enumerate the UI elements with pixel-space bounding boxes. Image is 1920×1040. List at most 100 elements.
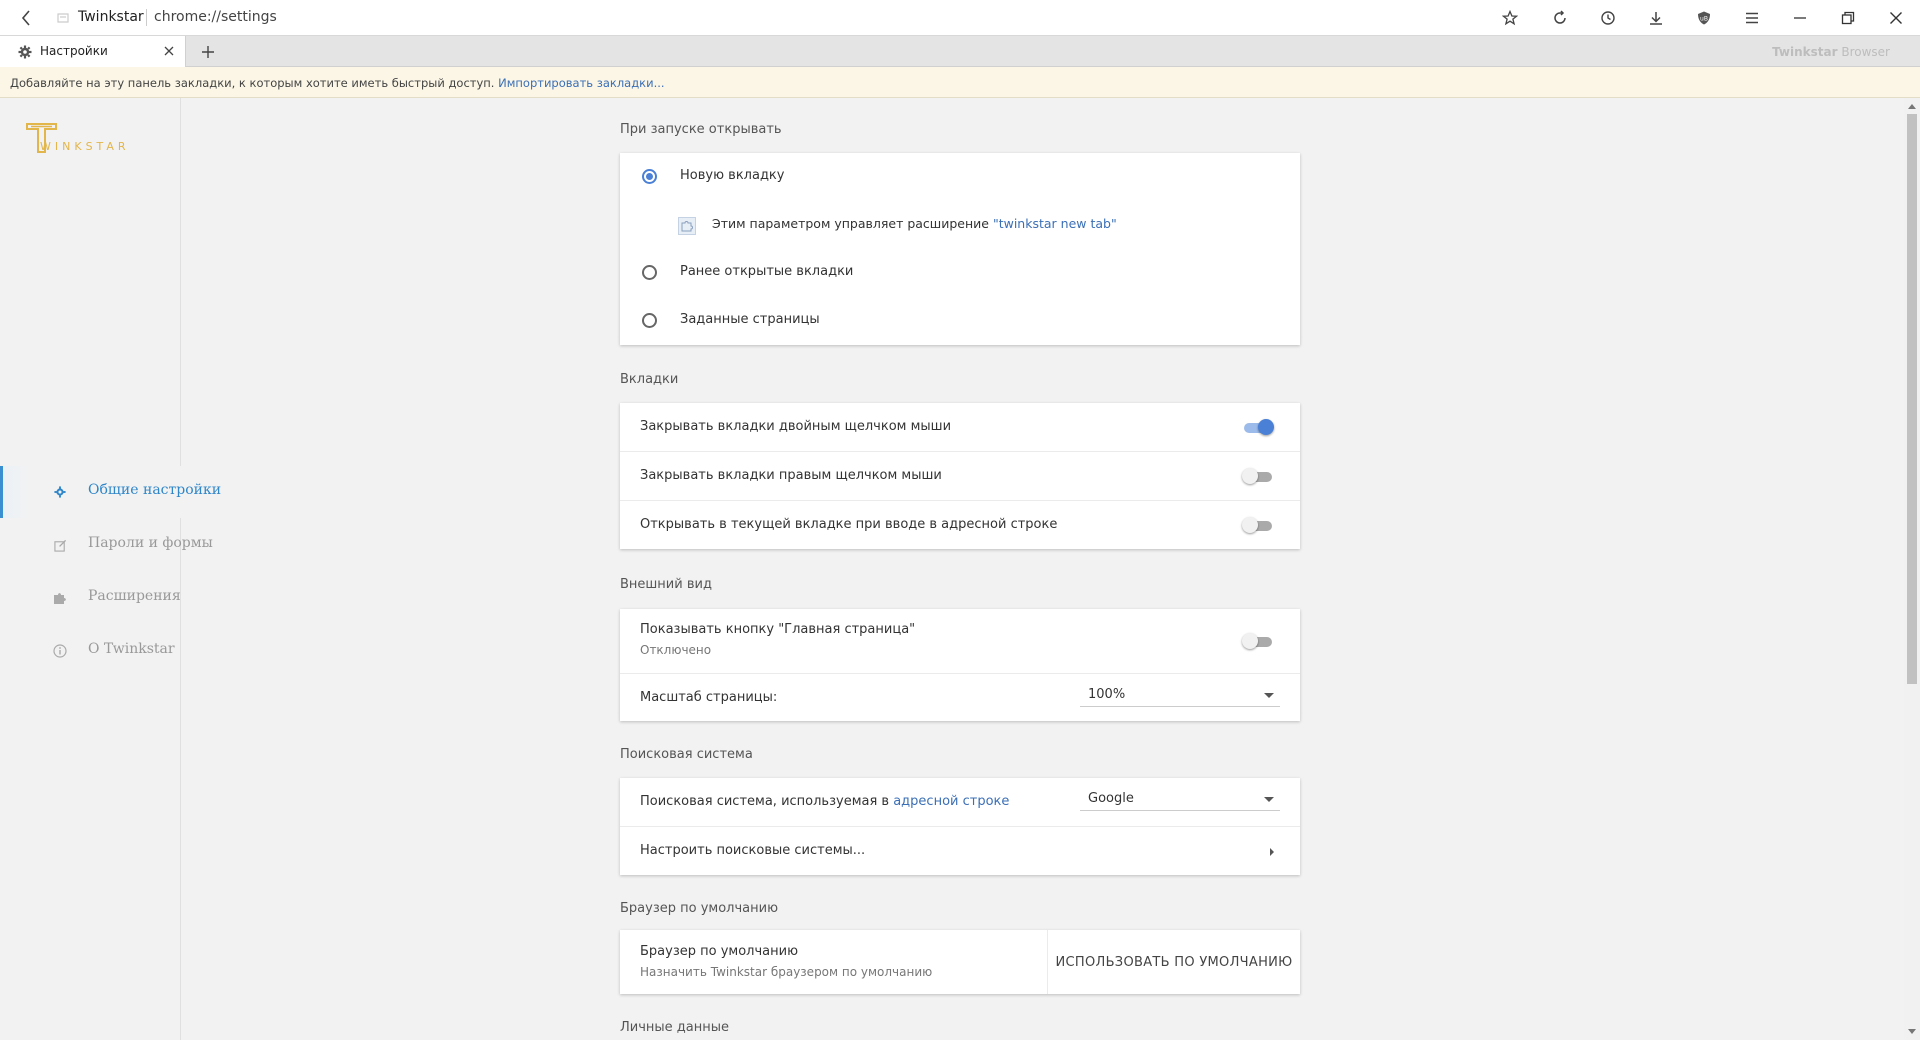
history-icon xyxy=(1601,11,1615,25)
gear-icon xyxy=(18,45,32,59)
sidebar-item-label: О Twinkstar xyxy=(88,641,175,657)
star-icon xyxy=(1502,10,1518,26)
setting-row-open-current: Открывать в текущей вкладке при вводе в … xyxy=(620,500,1300,549)
main-menu-button[interactable] xyxy=(1740,6,1764,30)
close-icon xyxy=(164,46,174,56)
scroll-up-arrow-icon[interactable] xyxy=(1908,104,1916,109)
section-title-tabs: Вкладки xyxy=(620,372,679,387)
managed-text: Этим параметром управляет расширение "tw… xyxy=(712,216,1117,231)
sidebar-item-label: Расширения xyxy=(88,588,181,604)
radio-newtab[interactable] xyxy=(642,169,657,184)
tab-title: Настройки xyxy=(40,44,108,58)
sidebar-item-passwords[interactable]: Пароли и формы xyxy=(0,519,213,571)
plus-icon xyxy=(202,46,214,58)
setting-label: Настроить поисковые системы... xyxy=(640,843,866,858)
menu-icon xyxy=(1746,12,1758,24)
bookmark-star-button[interactable] xyxy=(1498,6,1522,30)
toggle-home-button[interactable] xyxy=(1242,633,1274,649)
address-bar: Twinkstar chrome://settings uB xyxy=(0,0,1920,36)
sync-icon xyxy=(1554,10,1566,24)
sync-button[interactable] xyxy=(1548,6,1572,30)
page-scrollbar[interactable] xyxy=(1904,98,1920,1040)
address-bar-link[interactable]: адресной строке xyxy=(893,794,1009,809)
setting-label: Масштаб страницы: xyxy=(640,690,778,705)
download-button[interactable] xyxy=(1644,6,1668,30)
back-button[interactable] xyxy=(14,6,38,30)
url-separator xyxy=(146,9,147,26)
zoom-select[interactable]: 100% xyxy=(1080,685,1280,707)
managed-by-extension-notice: Этим параметром управляет расширение "tw… xyxy=(620,201,1300,249)
search-engine-select[interactable]: Google xyxy=(1080,789,1280,811)
search-engine-value: Google xyxy=(1088,791,1134,806)
startup-option-pages[interactable]: Заданные страницы xyxy=(620,297,1300,345)
radio-label: Новую вкладку xyxy=(680,168,785,183)
restore-icon xyxy=(1841,11,1855,25)
extension-link[interactable]: "twinkstar new tab" xyxy=(993,216,1117,231)
gear-icon xyxy=(52,484,68,500)
setting-label: Открывать в текущей вкладке при вводе в … xyxy=(640,517,1058,532)
radio-pages[interactable] xyxy=(642,313,657,328)
tab-strip: Настройки Twinkstar Browser xyxy=(0,36,1920,67)
chevron-right-icon xyxy=(1270,848,1274,856)
new-tab-button[interactable] xyxy=(196,40,220,64)
section-title-startup: При запуске открывать xyxy=(620,122,782,137)
close-icon xyxy=(1890,12,1902,24)
back-arrow-icon xyxy=(21,10,30,26)
startup-option-previous[interactable]: Ранее открытые вкладки xyxy=(620,249,1300,297)
default-browser-card: Браузер по умолчанию Назначить Twinkstar… xyxy=(620,930,1300,994)
setting-row-rightclick: Закрывать вкладки правым щелчком мыши xyxy=(620,451,1300,500)
setting-row-home-button: Показывать кнопку "Главная страница" Отк… xyxy=(620,609,1300,673)
settings-content: При запуске открывать Новую вкладку Этим… xyxy=(182,98,1904,1040)
setting-label: Закрывать вкладки двойным щелчком мыши xyxy=(640,419,952,434)
radio-label: Ранее открытые вкладки xyxy=(680,264,854,279)
setting-sublabel: Отключено xyxy=(640,643,712,657)
radio-label: Заданные страницы xyxy=(680,312,820,327)
bookmarks-bar: Добавляйте на эту панель закладки, к кот… xyxy=(0,67,1920,98)
url-input[interactable]: chrome://settings xyxy=(154,9,277,25)
startup-card: Новую вкладку Этим параметром управляет … xyxy=(620,153,1300,345)
settings-sidebar: WINKSTAR Общие настройки Пароли и формы … xyxy=(0,98,221,1040)
toggle-dblclick-close[interactable] xyxy=(1244,419,1274,435)
restore-button[interactable] xyxy=(1836,6,1860,30)
setting-sublabel: Назначить Twinkstar браузером по умолчан… xyxy=(640,965,933,979)
toggle-open-current-tab[interactable] xyxy=(1242,517,1274,533)
edit-icon xyxy=(52,537,68,553)
svg-text:uB: uB xyxy=(1700,16,1708,23)
puzzle-icon xyxy=(52,590,68,606)
toggle-rightclick-close[interactable] xyxy=(1242,468,1274,484)
active-indicator xyxy=(0,466,3,518)
download-icon xyxy=(1650,12,1662,25)
bookmarks-hint: Добавляйте на эту панель закладки, к кот… xyxy=(10,76,665,90)
site-icon xyxy=(57,13,69,23)
minimize-button[interactable] xyxy=(1788,6,1812,30)
manage-search-engines-row[interactable]: Настроить поисковые системы... xyxy=(620,826,1300,875)
scroll-down-arrow-icon[interactable] xyxy=(1908,1029,1916,1034)
setting-label: Браузер по умолчанию xyxy=(640,944,799,959)
section-title-personal: Личные данные xyxy=(620,1020,730,1035)
chevron-down-icon xyxy=(1264,797,1274,802)
startup-option-newtab[interactable]: Новую вкладку xyxy=(620,153,1300,201)
tab-settings[interactable]: Настройки xyxy=(0,36,186,67)
setting-label: Закрывать вкладки правым щелчком мыши xyxy=(640,468,942,483)
close-window-button[interactable] xyxy=(1884,6,1908,30)
appearance-card: Показывать кнопку "Главная страница" Отк… xyxy=(620,609,1300,721)
scrollbar-thumb[interactable] xyxy=(1907,114,1917,684)
radio-previous[interactable] xyxy=(642,265,657,280)
section-title-appearance: Внешний вид xyxy=(620,577,712,592)
tab-close-button[interactable] xyxy=(161,43,177,59)
extension-puzzle-icon xyxy=(678,217,696,235)
tabs-card: Закрывать вкладки двойным щелчком мыши З… xyxy=(620,403,1300,549)
import-bookmarks-link[interactable]: Импортировать закладки... xyxy=(498,76,664,90)
setting-row-search-engine: Поисковая система, используемая в адресн… xyxy=(620,778,1300,826)
sidebar-item-extensions[interactable]: Расширения xyxy=(0,572,181,624)
minimize-icon xyxy=(1794,17,1806,19)
make-default-button[interactable]: ИСПОЛЬЗОВАТЬ ПО УМОЛЧАНИЮ xyxy=(1047,930,1300,994)
chevron-down-icon xyxy=(1264,693,1274,698)
brand-watermark: Twinkstar Browser xyxy=(1772,45,1890,59)
history-button[interactable] xyxy=(1596,6,1620,30)
setting-label: Показывать кнопку "Главная страница" xyxy=(640,622,916,637)
sidebar-item-about[interactable]: О Twinkstar xyxy=(0,625,181,677)
sidebar-item-general[interactable]: Общие настройки xyxy=(0,466,221,518)
shield-icon: uB xyxy=(1698,11,1710,25)
adblock-button[interactable]: uB xyxy=(1692,6,1716,30)
